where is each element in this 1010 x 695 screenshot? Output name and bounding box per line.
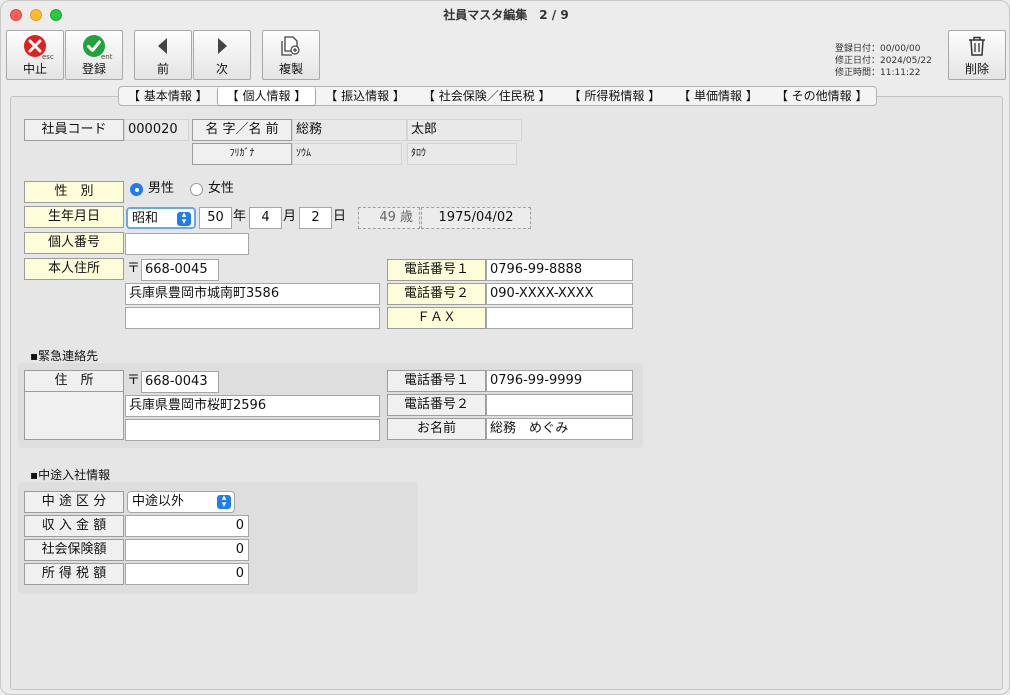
era-select[interactable]: 昭和 ▴ ▾ <box>126 207 196 229</box>
emergency-section-title: ▪緊急連絡先 <box>30 349 99 363</box>
income-tax-label: 所 得 税 額 <box>24 563 124 585</box>
trash-icon <box>969 36 985 56</box>
window-title: 社員マスタ編集 2 / 9 <box>443 8 569 22</box>
tab-other-info[interactable]: 【 その他情報 】 <box>767 87 877 105</box>
age-display: 49 歳 <box>358 207 420 229</box>
income-label: 収 入 金 額 <box>24 515 124 537</box>
income-tax-field[interactable]: 0 <box>125 563 249 585</box>
tab-basic-info[interactable]: 【 基本情報 】 <box>119 87 217 105</box>
tab-personal-info[interactable]: 【 個人情報 】 <box>216 87 317 105</box>
tab-transfer-info[interactable]: 【 振込情報 】 <box>316 87 414 105</box>
first-kana-field[interactable]: ﾀﾛｳ <box>407 143 517 165</box>
income-field[interactable]: 0 <box>125 515 249 537</box>
last-kana-field[interactable]: ｿｳﾑ <box>292 143 402 165</box>
delete-label: 削除 <box>964 62 989 76</box>
gender-female-label: 女性 <box>208 181 235 196</box>
my-number-field[interactable] <box>125 233 249 255</box>
save-label: 登録 <box>81 62 106 76</box>
emergency-name-label: お名前 <box>387 418 486 440</box>
era-value: 昭和 <box>132 211 159 226</box>
duplicate-icon <box>281 36 300 56</box>
window-minimize-button[interactable] <box>30 9 42 21</box>
emergency-tel2-label: 電話番号２ <box>387 394 486 416</box>
address1-field[interactable]: 兵庫県豊岡市城南町3586 <box>125 283 380 305</box>
day-unit: 日 <box>333 209 347 224</box>
fax-field[interactable] <box>486 307 633 329</box>
social-insurance-field[interactable]: 0 <box>125 539 249 561</box>
tel1-label: 電話番号１ <box>387 259 486 281</box>
emergency-tel2-field[interactable] <box>486 394 633 416</box>
home-address-label: 本人住所 <box>24 258 124 280</box>
name-label: 名 字／名 前 <box>192 119 292 141</box>
emergency-postal-field[interactable]: 668-0043 <box>141 371 219 393</box>
save-button[interactable]: ent 登録 <box>65 30 123 80</box>
triangle-left-icon <box>158 38 167 54</box>
emergency-tel1-field[interactable]: 0796-99-9999 <box>486 370 633 392</box>
emergency-address1-field[interactable]: 兵庫県豊岡市桜町2596 <box>125 395 380 417</box>
chevron-updown-icon: ▴ ▾ <box>177 211 191 227</box>
my-number-label: 個人番号 <box>24 232 124 254</box>
employee-code-label: 社員コード <box>24 119 124 141</box>
birth-date-label: 生年月日 <box>24 206 124 228</box>
triangle-right-icon <box>218 38 227 54</box>
kana-label: ﾌﾘｶﾞﾅ <box>192 143 292 165</box>
gender-label: 性 別 <box>24 181 124 203</box>
employee-code: 000020 <box>124 119 189 141</box>
address2-field[interactable] <box>125 307 380 329</box>
birth-date-display: 1975/04/02 <box>421 207 531 229</box>
delete-button[interactable]: 削除 <box>948 30 1006 80</box>
record-dates: 登録日付：00/00/00 修正日付：2024/05/22 修正時間：11:11… <box>835 43 932 79</box>
window-zoom-button[interactable] <box>50 9 62 21</box>
tel2-field[interactable]: 090-XXXX-XXXX <box>486 283 633 305</box>
birth-year-field[interactable]: 50 <box>199 207 232 229</box>
fax-label: ＦＡＸ <box>387 307 486 329</box>
registered-date: 登録日付：00/00/00 <box>835 44 921 54</box>
gender-male-label: 男性 <box>148 181 175 196</box>
year-unit: 年 <box>233 209 247 224</box>
duplicate-label: 複製 <box>278 62 303 76</box>
tab-bar: 【 基本情報 】 【 個人情報 】 【 振込情報 】 【 社会保険／住民税 】 … <box>118 86 878 106</box>
modified-time: 修正時間：11:11:22 <box>835 68 921 78</box>
midcareer-type-select[interactable]: 中途以外 ▴ ▾ <box>127 491 235 513</box>
postal-mark: 〒 <box>127 261 141 276</box>
postal-code-field[interactable]: 668-0045 <box>141 259 219 281</box>
emergency-tel1-label: 電話番号１ <box>387 370 486 392</box>
midcareer-type-value: 中途以外 <box>132 494 185 509</box>
gender-male-radio[interactable] <box>130 183 143 196</box>
emergency-address-label: 住 所 <box>24 370 124 392</box>
prev-button[interactable]: 前 <box>134 30 192 80</box>
next-button[interactable]: 次 <box>193 30 251 80</box>
month-unit: 月 <box>283 209 297 224</box>
duplicate-button[interactable]: 複製 <box>262 30 320 80</box>
social-insurance-label: 社会保険額 <box>24 539 124 561</box>
cancel-button[interactable]: esc 中止 <box>6 30 64 80</box>
window: 社員マスタ編集 2 / 9 esc 中止 ent 登録 前 次 複製 登録日付：… <box>0 0 1010 695</box>
window-close-button[interactable] <box>10 9 22 21</box>
tab-unit-price[interactable]: 【 単価情報 】 <box>669 87 767 105</box>
emergency-name-field[interactable]: 総務 めぐみ <box>486 418 633 440</box>
emergency-postal-mark: 〒 <box>127 373 141 388</box>
gender-female-radio[interactable] <box>190 183 203 196</box>
tab-income-tax[interactable]: 【 所得税情報 】 <box>560 87 670 105</box>
midcareer-type-label: 中 途 区 分 <box>24 491 124 513</box>
tel1-field[interactable]: 0796-99-8888 <box>486 259 633 281</box>
emergency-address2-field[interactable] <box>125 419 380 441</box>
next-label: 次 <box>215 62 228 76</box>
emergency-address-label-ext <box>24 392 124 440</box>
last-name-field[interactable]: 総務 <box>292 119 407 141</box>
chevron-updown-icon: ▴ ▾ <box>217 494 231 510</box>
first-name-field[interactable]: 太郎 <box>407 119 522 141</box>
cancel-label: 中止 <box>22 62 47 76</box>
birth-day-field[interactable]: 2 <box>299 207 332 229</box>
tel2-label: 電話番号２ <box>387 283 486 305</box>
tab-social-insurance[interactable]: 【 社会保険／住民税 】 <box>414 87 560 105</box>
birth-month-field[interactable]: 4 <box>249 207 282 229</box>
midcareer-section-title: ▪中途入社情報 <box>30 468 111 482</box>
prev-label: 前 <box>156 62 169 76</box>
modified-date: 修正日付：2024/05/22 <box>835 56 932 66</box>
